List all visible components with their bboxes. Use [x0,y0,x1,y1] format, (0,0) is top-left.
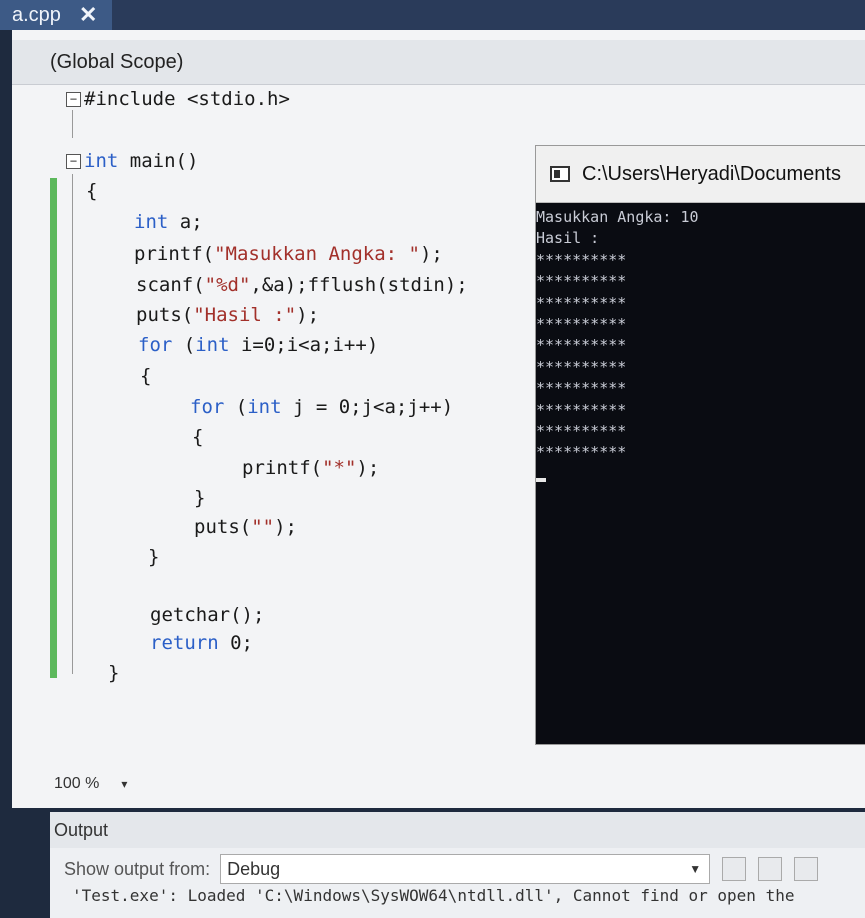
code-line-16: getchar(); [150,604,265,626]
console-titlebar[interactable]: C:\Users\Heryadi\Documents [536,146,865,203]
console-line: ********** [536,250,627,269]
console-title: C:\Users\Heryadi\Documents [582,162,841,185]
code-line-10: for (int j = 0;j<a;j++) [190,396,454,418]
console-line: ********** [536,357,627,376]
code-line-13: } [194,487,206,509]
code-line-1: − #include <stdio.h> [66,88,290,110]
code-line-3: { [86,180,98,202]
zoom-control[interactable]: 100 % ▾ [54,775,127,793]
tab-a-cpp[interactable]: a.cpp ✕ [0,0,112,30]
code-area[interactable]: − #include <stdio.h> − int main() { int a;… [62,84,542,744]
close-icon[interactable]: ✕ [79,2,97,28]
console-icon [550,166,570,182]
code-line-18: } [108,662,120,684]
outline-guide [72,110,73,138]
collapse-icon[interactable]: − [66,92,81,107]
code-line-6: scanf("%d",&a);fflush(stdin); [136,274,468,296]
code-line-11: { [192,426,204,448]
console-line: ********** [536,293,627,312]
console-window[interactable]: C:\Users\Heryadi\Documents Masukkan Angk… [535,145,865,745]
console-line: ********** [536,272,627,291]
console-line: ********** [536,400,627,419]
console-line: ********** [536,422,627,441]
clear-icon[interactable] [758,857,783,881]
output-text: 'Test.exe': Loaded 'C:\Windows\SysWOW64\… [72,886,795,905]
scope-bar: (Global Scope) [12,40,865,85]
console-line: Masukkan Angka: 10 [536,208,699,226]
output-toolbar: Show output from: Debug ▼ [50,848,865,890]
code-line-12: printf("*"); [242,457,380,479]
code-line-8: for (int i=0;i<a;i++) [138,334,379,356]
zoom-level: 100 % [54,775,100,792]
code-line-7: puts("Hasil :"); [136,304,320,326]
output-panel: Output Show output from: Debug ▼ 'Test.e… [50,812,865,918]
tab-label: a.cpp [12,3,61,26]
code-line-4: int a; [134,211,203,233]
outline-guide [72,174,73,674]
code-line-5: printf("Masukkan Angka: "); [134,243,443,265]
output-source-select[interactable]: Debug ▼ [220,854,711,884]
code-line-9: { [140,365,152,387]
show-output-label: Show output from: [64,858,211,879]
code-line-15: } [148,546,160,568]
find-icon[interactable] [722,857,747,881]
code-line-14: puts(""); [194,516,297,538]
collapse-icon[interactable]: − [66,154,81,169]
console-line: ********** [536,379,627,398]
wrap-icon[interactable] [794,857,819,881]
console-line: ********** [536,336,627,355]
chevron-down-icon[interactable]: ▼ [689,862,701,876]
chevron-down-icon[interactable]: ▾ [121,777,127,791]
console-line: ********** [536,443,627,462]
console-output: Masukkan Angka: 10 Hasil : ********** **… [536,203,865,488]
scope-dropdown[interactable]: (Global Scope) [50,51,183,74]
change-indicator [50,178,57,678]
console-cursor [536,477,546,482]
output-header: Output [50,812,865,848]
console-line: Hasil : [536,229,600,248]
console-line: ********** [536,315,627,334]
code-line-17: return 0; [150,632,253,654]
tab-strip: a.cpp ✕ [0,0,865,30]
code-line-2: − int main() [66,150,198,172]
output-source-value: Debug [227,858,281,879]
